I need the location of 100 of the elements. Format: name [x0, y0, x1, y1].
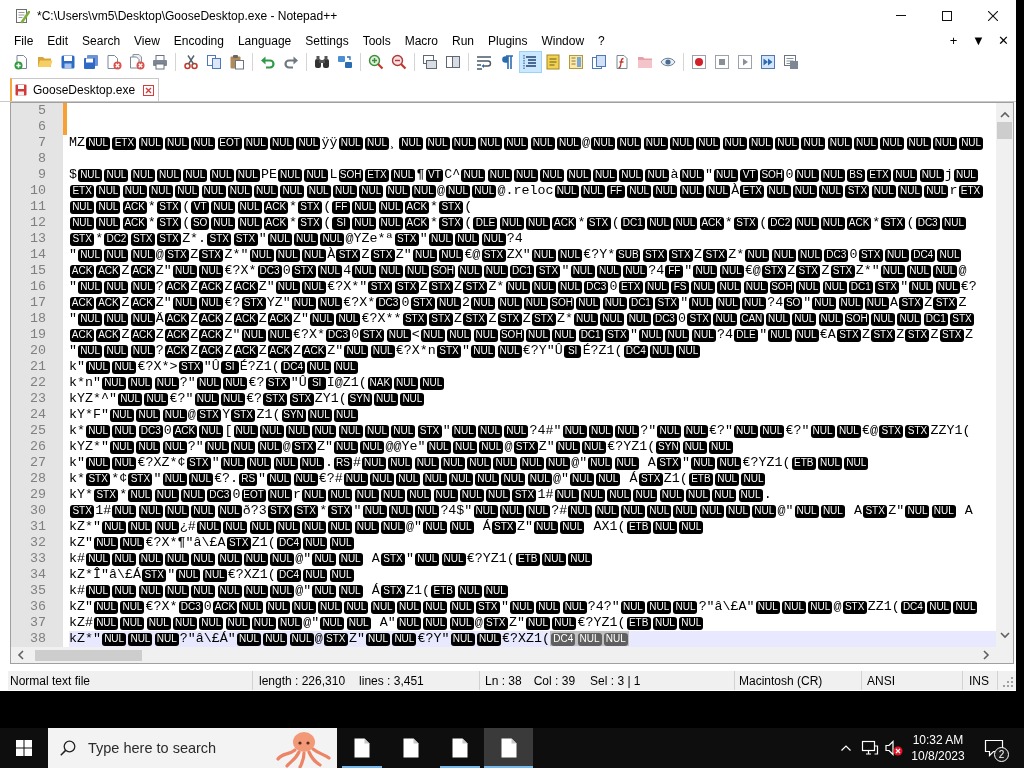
code-line: k* NUL NUL DC3 0 ACK NUL [ NUL NUL NUL NUL NUL NUL NUL STX " NUL NUL NUL ?4#" NUL NUL NUL ?" NUL NUL €?" NUL NUL €?" NUL NUL €@ STX STX ZZY1(: [69, 423, 971, 439]
code-line: k# NUL NUL NUL NUL NUL NUL NUL NUL @" NUL NUL Á STX Z1( ETB NUL NUL: [69, 583, 509, 599]
line-number: 16: [11, 279, 63, 295]
clock-button[interactable]: 10:32 AM 10/8/2023: [906, 728, 970, 768]
notification-badge: 2: [994, 747, 1009, 762]
line-number: 22: [11, 375, 63, 391]
line-number: 37: [11, 615, 63, 631]
line-number: 19: [11, 327, 63, 343]
code-line: " NUL NUL NUL ? ACK Z ACK Z ACK Z" NUL NUL €?X*" STX STX Z STX Z STX Z* NUL NUL NUL DC3 0 ETX NUL FS NUL NUL NUL SOH NUL NUL DC1 STX " NUL NUL €?: [69, 279, 977, 295]
notification-button[interactable]: 2: [974, 728, 1014, 768]
line-number: 7: [11, 135, 63, 151]
menu-item[interactable]: Edit: [40, 31, 76, 50]
code-line: " NUL NUL NUL @ STX Z STX Z*" NUL NUL NUL À STX Z STX Z" NUL NUL €@ STX ZX" NUL NUL €?Y* SUB STX STX Z STX Z* NUL NUL NUL DC3 0 STX NUL DC4 NUL: [69, 247, 963, 263]
code-line: ETX NUL NUL NUL NUL NUL NUL NUL NUL NUL NUL NUL NUL NUL @ NUL NUL @.reloc NUL NUL FF NUL NUL NUL NUL À ETX NUL NUL NUL STX NUL NUL NUL r ETX: [69, 183, 984, 199]
menu-item[interactable]: Encoding: [166, 31, 231, 50]
code-line: kZ" NUL NUL €?X* DC3 0 ACK NUL NUL NUL NUL NUL NUL NUL NUL NUL STX " NUL NUL NUL ?4?" NUL NUL NUL ?"â\£A" NUL NUL NUL @ STX ZZ1( DC4 NUL NUL: [69, 599, 979, 615]
menu-item[interactable]: Plugins: [481, 31, 535, 50]
code-line: kYZ*^" NUL NUL €?" NUL NUL €? STX STX ZY1( SYN NUL NUL: [69, 391, 426, 407]
monitor-icon[interactable]: [861, 740, 879, 756]
search-icon[interactable]: [60, 740, 76, 756]
close-button[interactable]: ✕: [991, 33, 1016, 48]
file-type-label: Normal text file: [10, 673, 91, 688]
muted-speaker-icon[interactable]: [885, 740, 903, 756]
line-number: 35: [11, 583, 63, 599]
code-line: ACK ACK Z ACK Z" NUL NUL €? STX YZ" NUL NUL €?X* DC3 0 STX NUL 2 NUL NUL NUL SOH NUL NUL DC1 STX " NUL NUL NUL ?4 SO " NUL NUL NUL A STX Z STX Z: [69, 295, 967, 311]
line-number: 28: [11, 471, 63, 487]
line-number: 10: [11, 183, 63, 199]
code-line: k*n" NUL NUL NUL ?" NUL NUL €? STX "Û SI I@Z1( NAK NUL NUL: [69, 375, 446, 391]
menu-item[interactable]: File: [7, 31, 41, 50]
code-line: kY*F" NUL NUL NUL @ STX Y STX Z1( SYN NUL NUL: [69, 407, 360, 423]
line-number: 31: [11, 519, 63, 535]
add-button[interactable]: +: [941, 33, 966, 48]
code-line: " NUL NUL NUL Ä ACK Z ACK Z ACK Z ACK Z" NUL NUL €?X** STX STX Z STX Z STX Z STX Z* NUL NUL NUL DC3 0 STX NUL CAN NUL NUL NUL SOH NUL NUL DC1 STX: [69, 311, 976, 327]
code-line: MZ NUL ETX NUL NUL NUL EOT NUL NUL NUL ÿÿ NUL NUL ¸ NUL NUL NUL NUL NUL NUL NUL @ NUL NUL NUL NUL NUL NUL NUL NUL NUL NUL NUL NUL NUL NUL NUL: [69, 135, 985, 151]
line-number: 34: [11, 567, 63, 583]
column-label: Col : 39: [533, 673, 576, 688]
document-icon[interactable]: [500, 738, 517, 758]
line-number: 36: [11, 599, 63, 615]
taskbar-button[interactable]: [484, 728, 533, 768]
menu-item[interactable]: Tools: [355, 31, 398, 50]
windows-logo-icon[interactable]: [16, 740, 32, 756]
notification-icon[interactable]: [984, 739, 1004, 757]
code-line: kZ*" NUL NUL NUL ¿# NUL NUL NUL NUL NUL NUL NUL NUL @" NUL NUL Á STX Z" NUL NUL AX1( ETB NUL NUL: [69, 519, 705, 535]
maximize-icon[interactable]: [942, 10, 952, 21]
line-number: 25: [11, 423, 63, 439]
line-number: 6: [11, 119, 63, 135]
code-line: kZ*" NUL NUL NUL ?"â\£Á" NUL NUL NUL @ STX Z" NUL NUL €?Y" NUL NUL €?XZ1( DC4 NUL NUL: [69, 631, 629, 647]
code-line: NUL NUL ACK * STX ( VT NUL NUL ACK * STX ( FF NUL NUL ACK * STX (: [69, 199, 473, 215]
document-icon[interactable]: [451, 738, 468, 758]
code-line: kZ" NUL NUL €?X*¶"â\£A STX Z1( DC4 NUL NUL: [69, 535, 355, 551]
menu-item[interactable]: Run: [445, 31, 482, 50]
line-number: 29: [11, 487, 63, 503]
line-number: 13: [11, 231, 63, 247]
menu-item[interactable]: ?: [591, 31, 612, 50]
code-line: kZ# NUL NUL NUL NUL NUL NUL NUL NUL @" NUL NUL A" NUL NUL NUL @ STX Z" NUL NUL €?YZ1( ETB NUL NUL: [69, 615, 705, 631]
line-number: 18: [11, 311, 63, 327]
selection-label: Sel : 3 | 1: [590, 673, 641, 688]
length-label: length : 226,310: [259, 673, 346, 688]
line-number: 11: [11, 199, 63, 215]
line-number: 21: [11, 359, 63, 375]
menu-item[interactable]: Language: [230, 31, 299, 50]
scrollbar-thumb[interactable]: [997, 122, 1012, 139]
window-title: *C:\Users\vm5\Desktop\GooseDesktop.exe - Notepad++: [37, 8, 338, 23]
line-number: 23: [11, 391, 63, 407]
line-number: 30: [11, 503, 63, 519]
line-number: 27: [11, 455, 63, 471]
code-line: kY* STX * NUL NUL NUL DC3 0 EOT NUL r NUL NUL NUL NUL NUL NUL NUL NUL STX 1# NUL NUL NUL NUL NUL NUL NUL NUL .: [69, 487, 772, 503]
notepad-icon: [14, 7, 30, 24]
line-number: 15: [11, 263, 63, 279]
line-number: 32: [11, 535, 63, 551]
line-number: 12: [11, 215, 63, 231]
menu-item[interactable]: View: [127, 31, 167, 50]
document-icon[interactable]: [353, 738, 370, 758]
code-line: STX 1# NUL NUL NUL NUL NUL ð?3 STX STX * STX " NUL NUL NUL ?4$" NUL NUL NUL ?# NUL NUL NUL NUL NUL NUL NUL NUL @" NUL NUL A STX Z" NUL NUL A: [69, 503, 973, 519]
code-line: kZ*Î"â\£Á STX " NUL NUL €?XZ1( DC4 NUL NUL: [69, 567, 355, 583]
code-line: k# NUL NUL NUL NUL NUL NUL NUL NUL @" NUL NUL A STX " NUL NUL €?YZ1( ETB NUL NUL: [69, 551, 594, 567]
line-number: 9: [11, 167, 63, 183]
tab[interactable]: GooseDesktop.exe: [10, 78, 160, 101]
resize-grip-icon[interactable]: [1003, 677, 1014, 688]
close-icon[interactable]: [988, 10, 998, 21]
scrollbar-thumb[interactable]: [35, 649, 142, 661]
menu-item[interactable]: Window: [534, 31, 592, 50]
menu-item[interactable]: Settings: [298, 31, 356, 50]
search-field[interactable]: Type here to search: [48, 728, 337, 768]
code-line: k* STX *¢ STX " NUL NUL €?. RS " NUL NUL €?# NUL NUL NUL NUL NUL NUL NUL NUL @" NUL NUL Á STX Z1( ETB NUL NUL: [69, 471, 767, 487]
menu-item[interactable]: Macro: [397, 31, 445, 50]
code-line: k" NUL NUL €?XZ*¢ STX " NUL NUL NUL NUL . RS # NUL NUL NUL NUL NUL NUL NUL NUL @" NUL NUL A STX " NUL NUL €?YZ1( ETB NUL NUL: [69, 455, 870, 471]
line-number: 38: [11, 631, 63, 647]
code-line: ACK ACK Z ACK Z" NUL NUL €?X* DC3 0 STX NUL 4 NUL NUL NUL SOH NUL NUL DC1 STX " NUL NUL NUL ?4 FF " NUL NUL €@ STX Z STX Z STX Z*" NUL NUL NUL @: [69, 263, 967, 279]
dropdown-button[interactable]: ▼: [966, 33, 991, 48]
line-number: 17: [11, 295, 63, 311]
line-number: 20: [11, 343, 63, 359]
line-number: 26: [11, 439, 63, 455]
line-number: 33: [11, 551, 63, 567]
menu-item[interactable]: Search: [75, 31, 128, 50]
code-line: " NUL NUL NUL ? ACK Z ACK Z ACK Z ACK Z ACK Z" NUL NUL €?X*n STX " NUL NUL €?Y"Û SI É?Z1( DC4 NUL NUL: [69, 343, 702, 359]
line-number: 8: [11, 151, 63, 167]
document-icon[interactable]: [402, 738, 419, 758]
line-number: 5: [11, 103, 63, 119]
chevron-up-icon[interactable]: [841, 745, 851, 751]
